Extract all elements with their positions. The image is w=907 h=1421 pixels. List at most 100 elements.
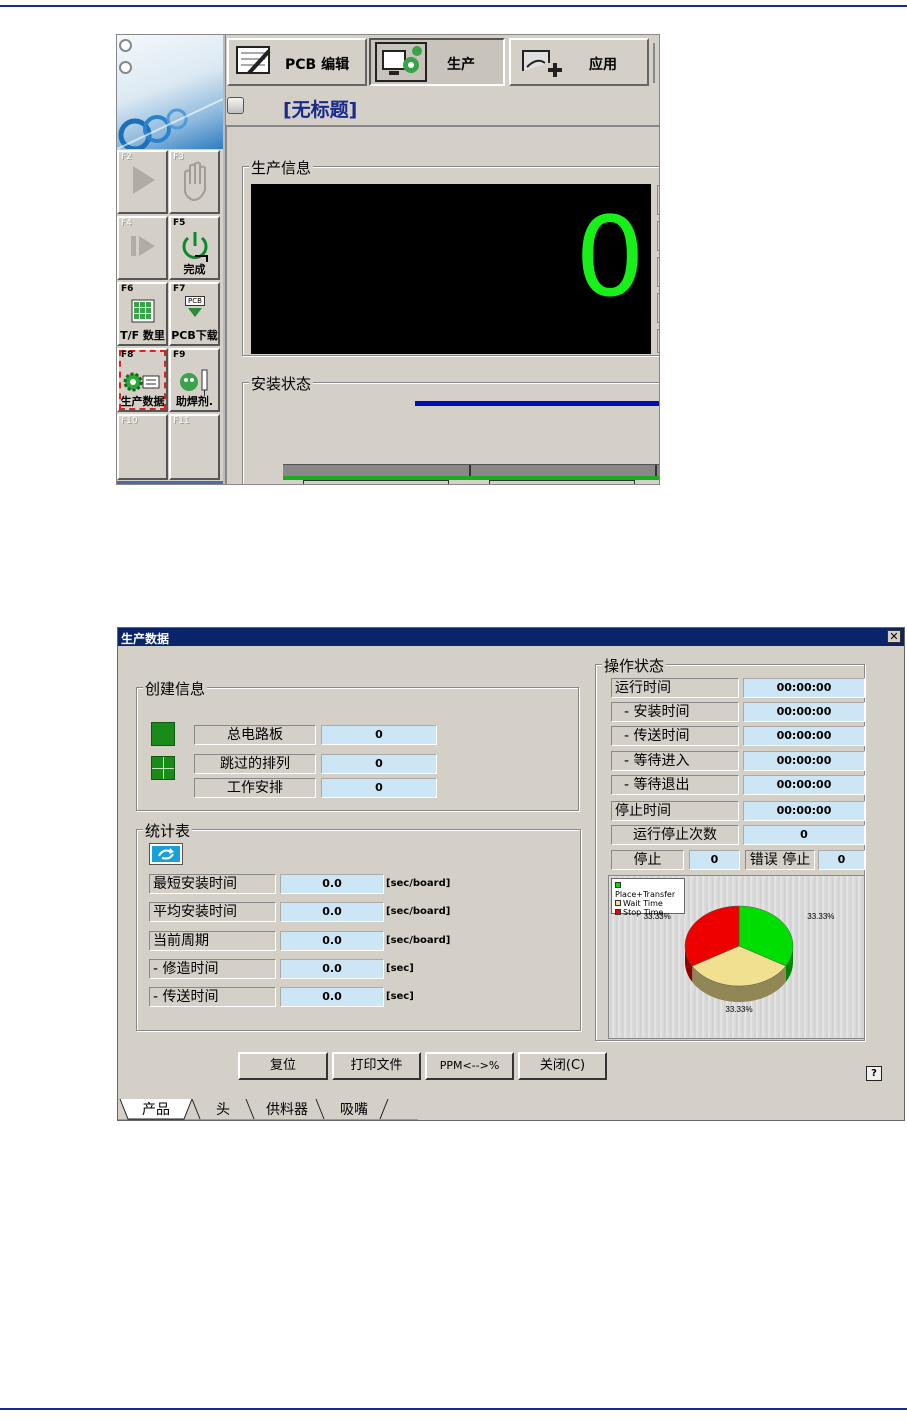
close-icon[interactable]: ✕ (887, 630, 901, 643)
close-button[interactable]: 关闭(C) (518, 1052, 607, 1080)
play-icon (133, 166, 155, 194)
tab-head[interactable]: 头 (216, 1099, 230, 1119)
f7-pcb-download-button[interactable]: F7 PCB PCB下载 (169, 282, 220, 346)
build-time-label: - 修造时间 (149, 959, 276, 979)
current-cycle-label: 当前周期 (149, 931, 276, 951)
tab-application-label: 应用 (589, 57, 617, 73)
error-stop-value: 0 (818, 850, 865, 870)
pcb-icon-text: PCB (185, 296, 205, 306)
f10-key-label: F10 (121, 416, 138, 426)
transfer-time-stat-unit: [sec] (386, 991, 414, 1002)
wait-in-label: - 等待进入 (611, 751, 739, 771)
tab-application[interactable]: 应用 (509, 38, 649, 86)
document-title: [无标题] (283, 99, 358, 121)
operation-status-title: 操作状态 (602, 655, 667, 676)
production-app-screen: F2 F3 F4 F5 完成 F6 T/F 数里 F7 PCB PCB下载 F8… (116, 34, 660, 485)
build-time-value: 0.0 (280, 959, 384, 979)
f11-button[interactable]: F11 (169, 414, 220, 480)
pie-chart-panel: Place+Transfer Wait Time Stop Time 33.33… (608, 875, 865, 1039)
stop-label: 停止 (611, 850, 684, 870)
production-data-dialog: 生产数据 ✕ 创建信息 总电路板 0 跳过的排列 0 工作安排 0 统计表 最短… (117, 627, 905, 1121)
pie-label-1: 33.33% (725, 1005, 752, 1014)
avg-mount-time-unit: [sec/board] (386, 906, 451, 917)
run-stop-count-value: 0 (743, 825, 865, 845)
f8-production-data-button[interactable]: F8 生产数据 (117, 348, 168, 412)
f2-button[interactable]: F2 (117, 150, 168, 214)
pcb-download-icon: PCB (185, 296, 205, 322)
f3-button[interactable]: F3 (169, 150, 220, 214)
skip-array-icon (151, 756, 175, 780)
run-time-value: 00:00:00 (743, 678, 865, 698)
radio-icon (119, 39, 132, 52)
production-counter-value: 0 (575, 193, 645, 321)
reset-button[interactable]: 复位 (238, 1052, 328, 1080)
f8-label: 生产数据 (120, 395, 165, 408)
min-mount-time-value: 0.0 (280, 874, 384, 894)
statistics-title: 统计表 (143, 820, 193, 841)
job-schedule-label: 工作安排 (194, 778, 316, 798)
step-forward-icon (131, 236, 155, 256)
pie-label-0: 33.33% (807, 912, 834, 921)
build-time-unit: [sec] (386, 963, 414, 974)
f6-key-label: F6 (121, 284, 134, 294)
logo-circles-icon (117, 98, 223, 149)
pie-chart: 33.33% 33.33% 33.33% (644, 905, 834, 1014)
refresh-icon[interactable] (149, 843, 183, 865)
tab-production-label: 生产 (447, 57, 475, 73)
skip-array-label: 跳过的排列 (194, 754, 316, 774)
f9-label: 助焊剂. (175, 395, 214, 408)
doc-checkbox[interactable] (227, 97, 244, 114)
page-top-rule (0, 5, 907, 7)
ppm-toggle-button[interactable]: PPM<-->% (425, 1052, 514, 1080)
board-green-icon (151, 722, 175, 746)
print-file-button[interactable]: 打印文件 (332, 1052, 421, 1080)
run-time-label: 运行时间 (611, 678, 739, 698)
monitor-gear-icon (382, 46, 422, 75)
mount-time-value: 00:00:00 (743, 702, 865, 722)
f4-button[interactable]: F4 (117, 216, 168, 280)
f6-tf-count-button[interactable]: F6 T/F 数里 (117, 282, 168, 346)
mount-time-label: - 安装时间 (611, 702, 739, 722)
stop-time-label: 停止时间 (611, 801, 739, 821)
mount-status-title: 安装状态 (249, 373, 314, 394)
mount-table-header (283, 464, 659, 477)
mount-table-cell (303, 480, 449, 484)
f5-complete-button[interactable]: F5 完成 (169, 216, 220, 280)
application-add-icon (522, 50, 562, 77)
tab-pcb-edit-label: PCB 编辑 (285, 57, 350, 73)
help-icon[interactable]: ? (866, 1066, 882, 1081)
logo-panel (117, 35, 223, 149)
tab-pcb-edit[interactable]: PCB 编辑 (227, 38, 367, 86)
side-indicator (657, 293, 659, 323)
tab-bar-divider (653, 43, 655, 83)
transfer-time-label: - 传送时间 (611, 726, 739, 746)
side-indicator (657, 185, 659, 215)
production-counter-display: 0 (251, 184, 651, 354)
total-board-value: 0 (321, 725, 437, 745)
tab-feeder[interactable]: 供料器 (266, 1099, 308, 1119)
stop-value: 0 (689, 850, 740, 870)
hand-stop-icon (184, 161, 206, 202)
tab-product[interactable]: 产品 (142, 1099, 170, 1119)
transfer-time-value: 00:00:00 (743, 726, 865, 746)
f5-label: 完成 (183, 263, 206, 276)
production-info-title: 生产信息 (249, 157, 314, 178)
tab-production[interactable]: 生产 (369, 38, 505, 86)
tab-nozzle[interactable]: 吸嘴 (340, 1099, 368, 1119)
min-mount-time-unit: [sec/board] (386, 878, 451, 889)
mount-table-cell (489, 480, 635, 484)
f10-button[interactable]: F10 (117, 414, 168, 480)
f6-label: T/F 数里 (120, 329, 165, 342)
page-bottom-rule (0, 1408, 907, 1410)
job-schedule-value: 0 (321, 778, 437, 798)
side-indicator (657, 257, 659, 287)
stop-time-value: 00:00:00 (743, 801, 865, 821)
radio-icon (119, 61, 132, 74)
pie-label-2: 33.33% (644, 912, 671, 921)
current-cycle-value: 0.0 (280, 931, 384, 951)
skip-array-value: 0 (321, 754, 437, 774)
pcb-edit-icon (236, 46, 271, 75)
f9-flux-button[interactable]: F9 助焊剂. (169, 348, 220, 412)
f9-key-label: F9 (173, 350, 186, 360)
side-indicator (657, 329, 659, 353)
